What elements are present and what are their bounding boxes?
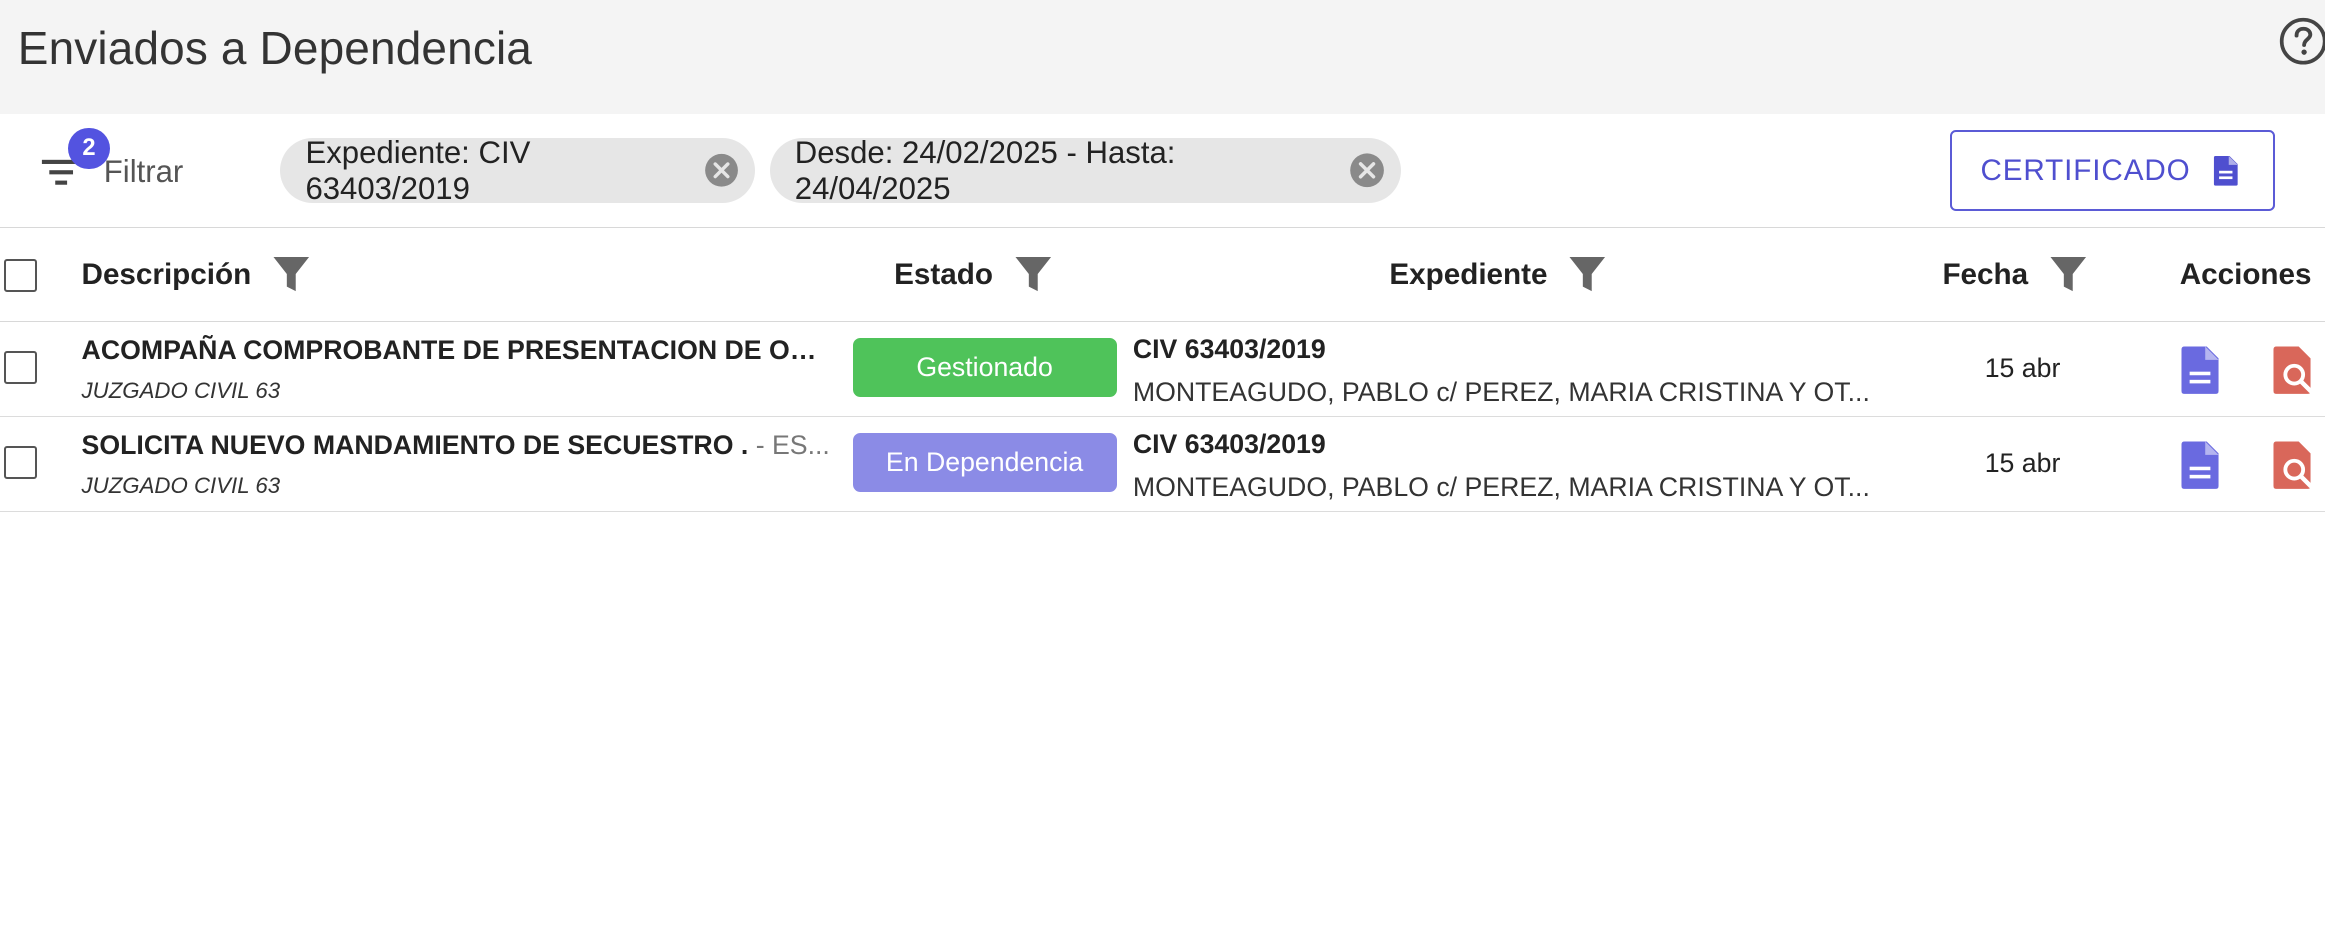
status-badge: En Dependencia — [852, 432, 1117, 493]
row-caratula: MONTEAGUDO, PABLO c/ PEREZ, MARIA CRISTI… — [1132, 471, 1870, 502]
row-checkbox[interactable] — [4, 446, 38, 479]
document-icon — [2214, 155, 2239, 186]
description-text: SOLICITA NUEVO MANDAMIENTO DE SECUESTRO … — [81, 429, 749, 460]
column-label: Expediente — [1389, 257, 1548, 291]
page-title: Enviados a Dependencia — [17, 21, 533, 74]
select-all-checkbox[interactable] — [4, 258, 38, 292]
column-header-acciones: Acciones — [2180, 228, 2312, 321]
status-badge: Gestionado — [852, 338, 1117, 398]
column-label: Fecha — [1942, 257, 2029, 291]
file-search-icon[interactable] — [2272, 345, 2319, 395]
row-organ: JUZGADO CIVIL 63 — [81, 378, 281, 404]
column-header-estado: Estado — [894, 228, 1052, 321]
funnel-icon[interactable] — [1014, 254, 1053, 296]
column-label: Estado — [894, 257, 993, 291]
certificate-button[interactable]: CERTIFICADO — [1949, 130, 2275, 211]
funnel-icon[interactable] — [2049, 254, 2088, 296]
filter-chip-expediente: Expediente: CIV 63403/2019 — [280, 135, 755, 206]
row-checkbox[interactable] — [4, 351, 38, 384]
toolbar: 2 Filtrar Expediente: CIV 63403/2019 Des… — [0, 114, 2325, 227]
description-text: ACOMPAÑA COMPROBANTE DE PRESENTACION DE … — [81, 335, 831, 366]
row-description: SOLICITA NUEVO MANDAMIENTO DE SECUESTRO … — [82, 430, 831, 461]
column-label: Descripción — [81, 257, 252, 291]
filter-label: Filtrar — [103, 153, 184, 189]
column-header-expediente: Expediente — [1389, 228, 1606, 321]
filter-chip-date-range: Desde: 24/02/2025 - Hasta: 24/04/2025 — [769, 135, 1402, 206]
funnel-icon[interactable] — [272, 254, 311, 296]
messages-table: Descripción Estado Expediente Fecha Acci… — [0, 226, 2325, 512]
close-circle-icon[interactable] — [1348, 151, 1386, 190]
filter-button[interactable]: 2 Filtrar — [33, 127, 184, 203]
close-circle-icon[interactable] — [703, 151, 740, 190]
table-row[interactable]: ACOMPAÑA COMPROBANTE DE PRESENTACION DE … — [0, 322, 2325, 417]
document-icon[interactable] — [2180, 345, 2222, 395]
document-icon[interactable] — [2180, 440, 2222, 490]
file-search-icon[interactable] — [2272, 440, 2319, 490]
certificate-label: CERTIFICADO — [1980, 153, 2191, 187]
row-expediente: CIV 63403/2019 — [1132, 333, 1326, 364]
row-organ: JUZGADO CIVIL 63 — [81, 472, 281, 498]
filter-list-icon: 2 — [33, 127, 110, 198]
help-icon[interactable] — [2278, 16, 2325, 66]
row-expediente: CIV 63403/2019 — [1132, 428, 1326, 459]
row-description: ACOMPAÑA COMPROBANTE DE PRESENTACION DE … — [82, 335, 831, 366]
column-label: Acciones — [2179, 257, 2312, 291]
chip-label: Desde: 24/02/2025 - Hasta: 24/04/2025 — [794, 134, 1176, 206]
row-fecha: 15 abr — [1984, 447, 2061, 478]
row-caratula: MONTEAGUDO, PABLO c/ PEREZ, MARIA CRISTI… — [1132, 376, 1870, 407]
page-header: Enviados a Dependencia — [0, 0, 2325, 115]
filter-count-badge: 2 — [68, 127, 110, 170]
column-header-descripcion: Descripción — [82, 228, 311, 321]
table-row[interactable]: SOLICITA NUEVO MANDAMIENTO DE SECUESTRO … — [0, 417, 2325, 512]
column-header-fecha: Fecha — [1942, 228, 2087, 321]
table-header: Descripción Estado Expediente Fecha Acci… — [0, 226, 2325, 322]
row-fecha: 15 abr — [1984, 352, 2061, 383]
description-extra: - ES... — [748, 429, 830, 460]
chip-label: Expediente: CIV 63403/2019 — [305, 134, 531, 206]
funnel-icon[interactable] — [1568, 254, 1607, 296]
